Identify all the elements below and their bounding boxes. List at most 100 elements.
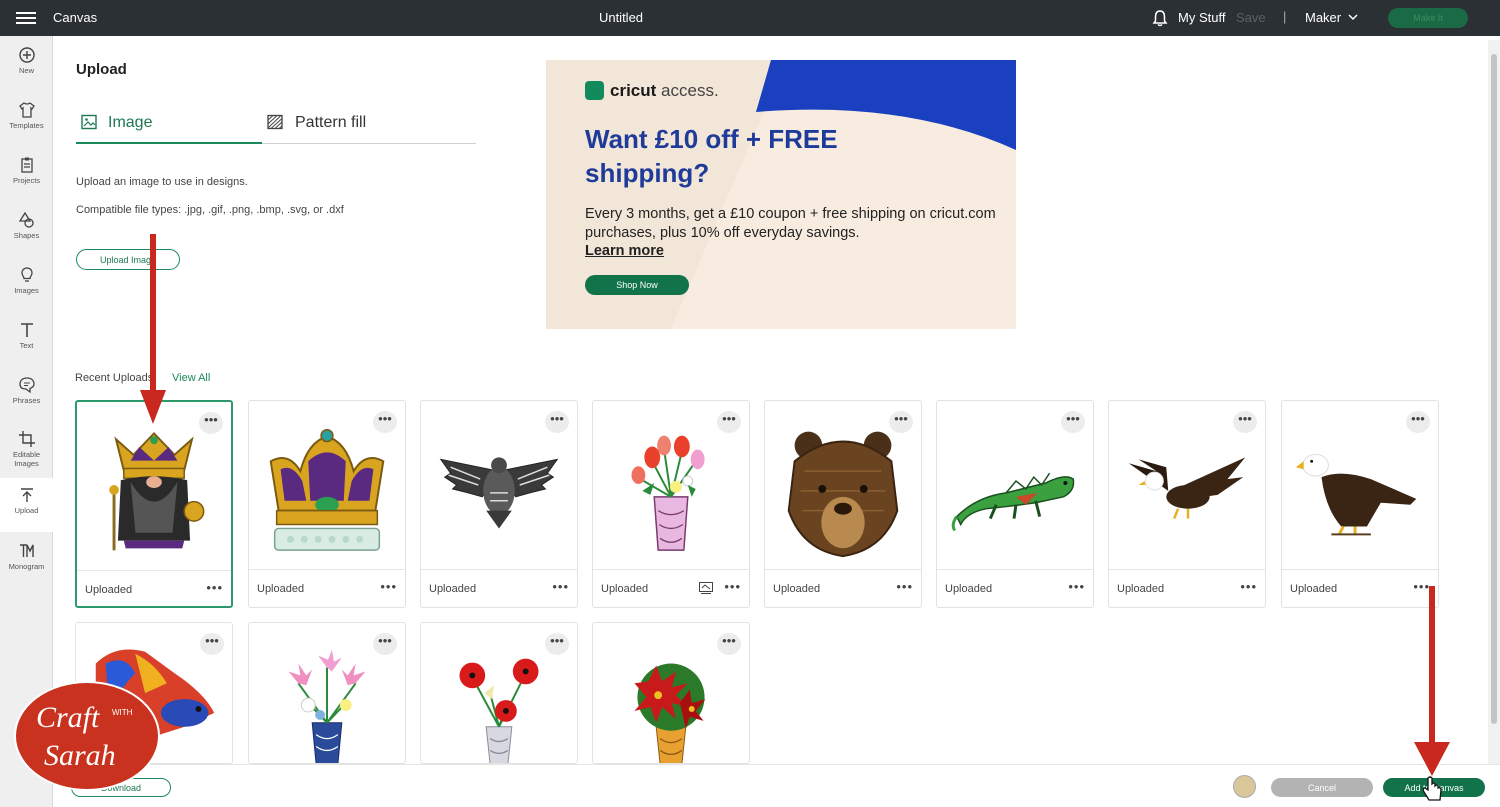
upload-card[interactable]: ••• Uploaded ••• <box>248 400 406 608</box>
top-bar: Canvas Untitled My Stuff Save | Maker Ma… <box>0 0 1500 36</box>
sidebar-item-upload[interactable]: Upload <box>0 478 53 532</box>
more-options-button[interactable]: ••• <box>717 633 741 655</box>
card-footer: Uploaded ••• <box>765 569 921 607</box>
sidebar-item-label: Shapes <box>13 231 40 240</box>
avatar[interactable] <box>1233 775 1256 798</box>
more-options-button[interactable]: ••• <box>1061 411 1085 433</box>
bell-icon[interactable] <box>1152 9 1168 27</box>
ad-headline: Want £10 off + FREE shipping? <box>585 124 838 188</box>
sidebar-item-label: Monogram <box>8 562 45 571</box>
upload-card[interactable]: ••• Uploaded ••• <box>764 400 922 608</box>
sidebar-item-label: Phrases <box>12 396 41 405</box>
upload-description: Upload an image to use in designs. <box>76 176 248 188</box>
more-options-button[interactable]: ••• <box>1240 579 1257 594</box>
machine-select[interactable]: Maker <box>1305 10 1341 25</box>
crop-icon <box>18 431 35 447</box>
sidebar-item-text[interactable]: Text <box>0 313 53 367</box>
upload-status: Uploaded <box>945 583 993 595</box>
shapes-icon <box>18 211 34 228</box>
more-options-button[interactable]: ••• <box>717 411 741 433</box>
upload-card[interactable]: ••• Uploaded ••• <box>420 400 578 608</box>
card-footer: Uploaded ••• <box>593 569 749 607</box>
sidebar-item-label: Editable Images <box>12 450 41 468</box>
scrollbar[interactable] <box>1488 40 1500 764</box>
sidebar-item-label: Projects <box>12 176 41 185</box>
more-options-button[interactable]: ••• <box>200 633 224 655</box>
tab-image[interactable]: Image <box>76 104 262 144</box>
sidebar-item-editable-images[interactable]: Editable Images <box>0 422 53 478</box>
annotation-arrow-down <box>140 234 166 424</box>
sidebar-item-label: Upload <box>14 506 39 515</box>
shop-now-button[interactable]: Shop Now <box>585 275 689 295</box>
more-options-button[interactable]: ••• <box>1068 579 1085 594</box>
sidebar-item-images[interactable]: Images <box>0 258 53 312</box>
more-options-button[interactable]: ••• <box>1233 411 1257 433</box>
sidebar-item-templates[interactable]: Templates <box>0 93 53 147</box>
more-options-button[interactable]: ••• <box>373 633 397 655</box>
document-title[interactable]: Untitled <box>560 10 682 25</box>
lightbulb-icon <box>20 267 33 282</box>
more-options-button[interactable]: ••• <box>373 411 397 433</box>
my-stuff-link[interactable]: My Stuff <box>1178 10 1225 25</box>
upload-status: Uploaded <box>601 583 649 595</box>
sidebar-item-monogram[interactable]: Monogram <box>0 534 53 588</box>
tab-label: Image <box>108 114 153 131</box>
pattern-icon <box>267 114 283 130</box>
upload-status: Uploaded <box>1117 583 1165 595</box>
more-options-button[interactable]: ••• <box>545 633 569 655</box>
more-options-button[interactable]: ••• <box>896 579 913 594</box>
chevron-down-icon[interactable] <box>1347 11 1359 23</box>
upload-status: Uploaded <box>773 583 821 595</box>
upload-card[interactable]: ••• <box>592 622 750 764</box>
more-options-button[interactable]: ••• <box>545 411 569 433</box>
image-icon <box>81 114 97 130</box>
upload-card[interactable]: ••• Uploaded ••• <box>592 400 750 608</box>
more-options-button[interactable]: ••• <box>199 412 223 434</box>
upload-card[interactable]: ••• Uploaded ••• <box>936 400 1094 608</box>
save-button[interactable]: Save <box>1236 10 1266 25</box>
ad-body: Every 3 months, get a £10 coupon + free … <box>585 206 996 241</box>
plus-circle-icon <box>18 47 35 63</box>
more-options-button[interactable]: ••• <box>1406 411 1430 433</box>
more-options-button[interactable]: ••• <box>889 411 913 433</box>
hamburger-menu-icon[interactable] <box>16 9 36 27</box>
sidebar-item-phrases[interactable]: Phrases <box>0 368 53 422</box>
card-footer: Uploaded ••• <box>1109 569 1265 607</box>
tab-pattern-fill[interactable]: Pattern fill <box>262 104 476 144</box>
more-options-button[interactable]: ••• <box>206 580 223 595</box>
app-title: Canvas <box>53 10 98 25</box>
cut-image-icon <box>699 582 713 594</box>
more-options-button[interactable]: ••• <box>380 579 397 594</box>
sidebar-item-shapes[interactable]: Shapes <box>0 203 53 257</box>
brand-logo: cricut access. <box>610 81 719 101</box>
file-types-description: Compatible file types: .jpg, .gif, .png,… <box>76 204 344 216</box>
sidebar-item-label: Text <box>19 341 34 350</box>
sidebar-item-projects[interactable]: Projects <box>0 148 53 202</box>
upload-card[interactable]: ••• <box>420 622 578 764</box>
scrollbar-thumb[interactable] <box>1491 54 1497 724</box>
svg-text:Sarah: Sarah <box>44 739 116 772</box>
shirt-icon <box>18 102 35 118</box>
view-all-link[interactable]: View All <box>172 372 210 384</box>
speech-bubble-icon <box>18 377 35 394</box>
upload-card[interactable]: ••• Uploaded ••• <box>1108 400 1266 608</box>
card-footer: Uploaded ••• <box>937 569 1093 607</box>
sidebar-item-new[interactable]: New <box>0 38 53 92</box>
monogram-icon <box>19 544 34 557</box>
card-footer: Uploaded ••• <box>77 570 231 606</box>
more-options-button[interactable]: ••• <box>552 579 569 594</box>
learn-more-link[interactable]: Learn more <box>585 243 664 259</box>
bottom-bar: Download Cancel Add to Canvas <box>53 764 1500 807</box>
clipboard-icon <box>20 157 33 173</box>
cricut-access-banner[interactable]: cricut access. Want £10 off + FREE shipp… <box>546 60 1016 329</box>
upload-status: Uploaded <box>429 583 477 595</box>
upload-card[interactable]: ••• Uploaded ••• <box>75 400 233 608</box>
cancel-button[interactable]: Cancel <box>1271 778 1373 797</box>
upload-card[interactable]: ••• <box>248 622 406 764</box>
more-options-button[interactable]: ••• <box>724 579 741 594</box>
upload-status: Uploaded <box>85 584 133 596</box>
brand-name: cricut <box>610 81 657 100</box>
svg-text:Craft: Craft <box>36 701 100 734</box>
make-it-button[interactable]: Make It <box>1388 8 1468 28</box>
upload-card[interactable]: ••• Uploaded ••• <box>1281 400 1439 608</box>
